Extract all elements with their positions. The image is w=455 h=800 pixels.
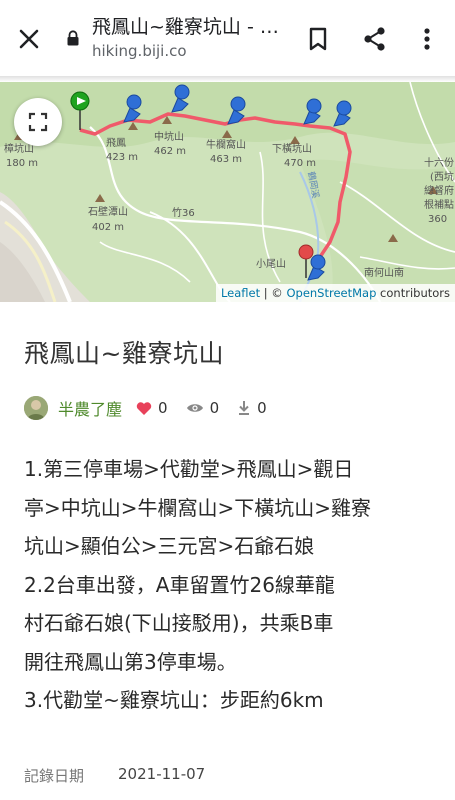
- article-body: 1.第三停車場>代勸堂>飛鳳山>觀日 亭>中坑山>牛欄窩山>下橫坑山>雞寮 坑山…: [24, 450, 434, 720]
- map-label-right1: 十六份: [424, 156, 454, 169]
- body-line: 3.代勸堂~雞寮坑山：步距約6km: [24, 688, 324, 712]
- map-label-right3: 總督府: [424, 184, 454, 197]
- share-button[interactable]: [360, 24, 390, 54]
- map-label-feifeng: 飛鳳: [106, 137, 126, 149]
- browser-toolbar: 飛鳳山~雞寮坑山 - 健行筆記 hiking.biji.co: [0, 0, 455, 78]
- map-label-shibi: 石壁潭山: [88, 205, 128, 218]
- map-label-xiaheng: 下橫坑山: [272, 142, 312, 155]
- close-icon: [19, 29, 39, 49]
- map-label-right2: (西坑: [430, 170, 454, 183]
- downloads-count: 0: [257, 399, 267, 417]
- article-meta: 半農了塵 0 0 0: [24, 394, 267, 422]
- map-label-road: 竹36: [172, 206, 195, 219]
- map-label-xiaoweishan: 小尾山: [256, 258, 286, 270]
- likes-stat[interactable]: 0: [136, 399, 168, 417]
- fullscreen-icon: [28, 112, 48, 132]
- body-line: 村石爺石娘(下山接駁用)，共乘B車: [24, 611, 334, 635]
- more-options-button[interactable]: [418, 24, 436, 54]
- map-attribution: Leaflet | © OpenStreetMap contributors: [215, 284, 455, 302]
- map-label-niulan-alt: 463 m: [210, 154, 242, 165]
- map-label-right4: 根補點: [424, 198, 454, 211]
- map-label-feifeng-alt: 423 m: [106, 152, 138, 163]
- lock-icon: [66, 30, 80, 46]
- map-label-xiaheng-alt: 470 m: [284, 158, 316, 169]
- avatar[interactable]: [24, 396, 48, 420]
- body-line: 亭>中坑山>牛欄窩山>下橫坑山>雞寮: [24, 495, 372, 520]
- views-stat: 0: [186, 399, 220, 417]
- views-count: 0: [209, 399, 220, 417]
- map-tiles: 飛鳳 423 m 中坑山 462 m 牛欄窩山 463 m 下橫坑山 470 m…: [0, 82, 455, 302]
- map-label-right5: 360: [428, 214, 447, 225]
- article-title: 飛鳳山~雞寮坑山: [24, 339, 224, 368]
- page-url: hiking.biji.co: [92, 42, 187, 60]
- heart-icon: [136, 401, 152, 415]
- close-button[interactable]: [14, 24, 44, 54]
- download-icon: [239, 401, 250, 415]
- body-line: 坑山>顯伯公>三元宮>石爺石娘: [24, 534, 315, 558]
- more-vert-icon: [424, 28, 430, 50]
- map-label-left-alt: 180 m: [6, 158, 38, 169]
- fullscreen-button[interactable]: [14, 98, 62, 146]
- body-line: 1.第三停車場>代勸堂>飛鳳山>觀日: [24, 457, 354, 481]
- leaflet-link[interactable]: Leaflet: [221, 286, 260, 300]
- page-title-area[interactable]: 飛鳳山~雞寮坑山 - 健行筆記 hiking.biji.co: [92, 14, 292, 61]
- attribution-separator: | ©: [260, 286, 287, 300]
- map-label-zhongkeng: 中坑山: [154, 130, 184, 143]
- bookmark-button[interactable]: [305, 24, 331, 54]
- map-label-nanheshan: 南何山南: [364, 266, 404, 279]
- map-label-shibi-alt: 402 m: [92, 222, 124, 233]
- body-line: 開往飛鳳山第3停車場。: [24, 649, 237, 674]
- record-date-row: 記錄日期 2021-11-07: [24, 765, 205, 786]
- bookmark-icon: [309, 27, 327, 51]
- trail-map[interactable]: 飛鳳 423 m 中坑山 462 m 牛欄窩山 463 m 下橫坑山 470 m…: [0, 82, 455, 302]
- osm-link[interactable]: OpenStreetMap: [286, 286, 376, 300]
- author-name[interactable]: 半農了塵: [58, 396, 122, 420]
- map-label-niulan: 牛欄窩山: [206, 138, 246, 151]
- page-title: 飛鳳山~雞寮坑山 - 健行筆記: [92, 16, 287, 38]
- body-line: 2.2台車出發，A車留置竹26線華龍: [24, 572, 335, 597]
- record-date-label: 記錄日期: [24, 767, 85, 785]
- downloads-stat: 0: [237, 399, 267, 417]
- likes-count: 0: [158, 399, 168, 417]
- map-label-zhongkeng-alt: 462 m: [154, 146, 186, 157]
- eye-icon: [186, 404, 203, 412]
- attribution-contributors: contributors: [376, 286, 450, 300]
- share-icon: [364, 27, 385, 51]
- record-date-value: 2021-11-07: [118, 765, 206, 783]
